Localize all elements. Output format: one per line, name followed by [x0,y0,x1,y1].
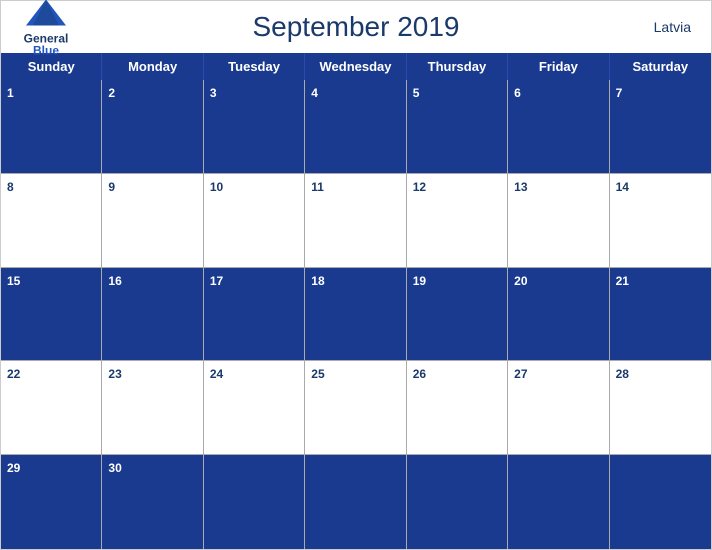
cell-empty-4 [508,455,609,549]
calendar-title: September 2019 [252,11,459,43]
logo-icon [21,0,71,33]
day-wednesday: Wednesday [305,53,406,80]
cell-empty-5 [610,455,711,549]
day-thursday: Thursday [407,53,508,80]
cell-8: 8 [1,174,102,268]
cell-empty-3 [407,455,508,549]
day-monday: Monday [102,53,203,80]
cell-7: 7 [610,80,711,174]
cell-25: 25 [305,361,406,455]
cell-20: 20 [508,268,609,362]
cell-17: 17 [204,268,305,362]
logo-area: General Blue [21,0,71,57]
cell-1: 1 [1,80,102,174]
cell-16: 16 [102,268,203,362]
cell-3: 3 [204,80,305,174]
cell-28: 28 [610,361,711,455]
day-saturday: Saturday [610,53,711,80]
cell-29: 29 [1,455,102,549]
cell-24: 24 [204,361,305,455]
cell-empty-2 [305,455,406,549]
cell-22: 22 [1,361,102,455]
cell-9: 9 [102,174,203,268]
cell-19: 19 [407,268,508,362]
calendar-container: General Blue September 2019 Latvia Sunda… [0,0,712,550]
days-header: Sunday Monday Tuesday Wednesday Thursday… [1,53,711,80]
cell-27: 27 [508,361,609,455]
country-label: Latvia [654,19,691,35]
cell-5: 5 [407,80,508,174]
cell-6: 6 [508,80,609,174]
cell-15: 15 [1,268,102,362]
day-tuesday: Tuesday [204,53,305,80]
calendar-header: General Blue September 2019 Latvia [1,1,711,53]
cell-2: 2 [102,80,203,174]
cell-empty-1 [204,455,305,549]
week-row-4: 22 23 24 25 26 27 28 [1,361,711,455]
cell-13: 13 [508,174,609,268]
day-friday: Friday [508,53,609,80]
week-row-5: 29 30 [1,455,711,549]
cell-26: 26 [407,361,508,455]
cell-10: 10 [204,174,305,268]
cell-18: 18 [305,268,406,362]
cell-4: 4 [305,80,406,174]
cell-23: 23 [102,361,203,455]
cell-30: 30 [102,455,203,549]
logo-blue-text: Blue [33,45,59,57]
week-row-3: 15 16 17 18 19 20 21 [1,268,711,362]
calendar-body: 1 2 3 4 5 6 7 8 9 10 11 12 13 14 15 16 1… [1,80,711,549]
week-row-2: 8 9 10 11 12 13 14 [1,174,711,268]
cell-11: 11 [305,174,406,268]
cell-12: 12 [407,174,508,268]
cell-14: 14 [610,174,711,268]
week-row-1: 1 2 3 4 5 6 7 [1,80,711,174]
cell-21: 21 [610,268,711,362]
